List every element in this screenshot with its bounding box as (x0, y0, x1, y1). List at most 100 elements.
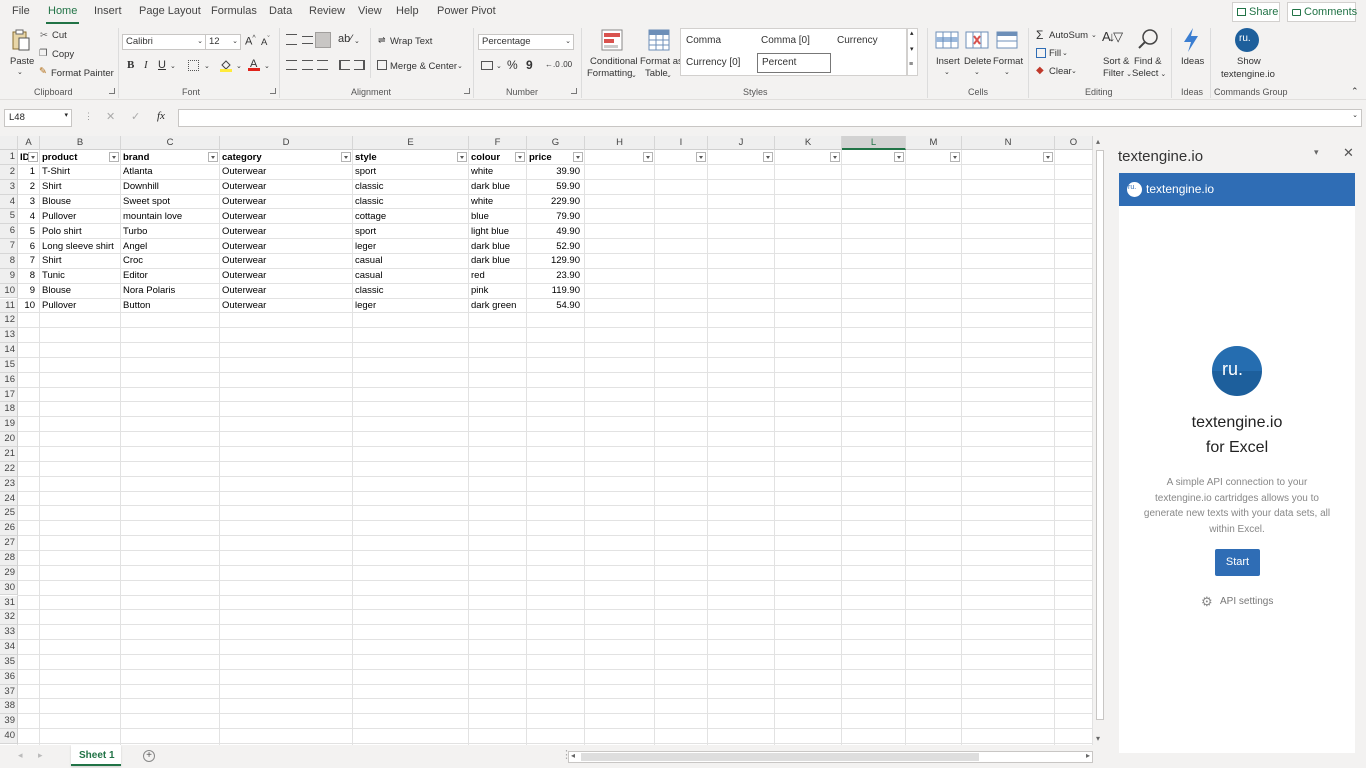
font-launcher-icon[interactable] (270, 88, 276, 94)
table-cell[interactable]: leger (353, 240, 468, 254)
row-header[interactable]: 40 (0, 729, 18, 744)
row-header[interactable]: 38 (0, 699, 18, 715)
filter-dropdown-icon[interactable] (208, 152, 218, 162)
format-cells-icon[interactable] (996, 31, 1018, 49)
clear-button[interactable]: Clear (1049, 66, 1072, 77)
row-header[interactable]: 37 (0, 684, 18, 700)
shrink-font-button[interactable]: Aˇ (261, 36, 270, 48)
format-as-table-button[interactable]: Format as (640, 56, 683, 67)
format-dropdown-icon[interactable]: ⌄ (1004, 68, 1010, 76)
table-cell[interactable]: 54.90 (527, 299, 584, 313)
tab-power-pivot[interactable]: Power Pivot (437, 5, 496, 17)
alignment-launcher-icon[interactable] (464, 88, 470, 94)
tab-file[interactable]: File (12, 5, 30, 17)
filter-dropdown-icon[interactable] (28, 152, 38, 162)
delete-cells-icon[interactable] (965, 31, 989, 49)
cut-button[interactable]: Cut (52, 30, 67, 41)
worksheet-grid[interactable]: A B C D E F G H I J K L M N O 1 2 3 4 5 6 7 8 9 10 11 12 13 14 15 16 17… (0, 136, 1093, 745)
align-center-icon[interactable] (302, 60, 313, 70)
table-cell[interactable]: mountain love (121, 210, 219, 224)
row-header[interactable]: 18 (0, 402, 18, 418)
row-header[interactable]: 9 (0, 268, 18, 284)
horizontal-scroll-thumb[interactable] (581, 753, 979, 761)
styles-scrollbar[interactable]: ▴ ▾ ≡ (907, 28, 918, 76)
table-cell[interactable]: blue (469, 210, 526, 224)
row-header[interactable]: 30 (0, 580, 18, 596)
row-header[interactable]: 6 (0, 224, 18, 240)
table-cell[interactable]: 2 (18, 180, 39, 194)
filter-dropdown-icon[interactable] (1043, 152, 1053, 162)
show-textengine-label2[interactable]: textengine.io (1221, 69, 1275, 80)
table-cell[interactable]: Angel (121, 240, 219, 254)
table-cell[interactable]: Outerwear (220, 299, 352, 313)
filter-dropdown-icon[interactable] (109, 152, 119, 162)
row-header[interactable]: 8 (0, 253, 18, 269)
wrap-text-button[interactable]: Wrap Text (390, 36, 432, 47)
table-cell[interactable]: 52.90 (527, 240, 584, 254)
table-cell[interactable]: 79.90 (527, 210, 584, 224)
fill-dropdown-icon[interactable]: ⌄ (1062, 49, 1068, 57)
tab-data[interactable]: Data (269, 5, 292, 17)
filter-dropdown-icon[interactable] (894, 152, 904, 162)
table-cell[interactable]: casual (353, 269, 468, 283)
ideas-button[interactable]: Ideas (1181, 56, 1204, 67)
table-cell[interactable]: 5 (18, 225, 39, 239)
table-cell[interactable]: 39.90 (527, 165, 584, 179)
column-header[interactable]: M (906, 136, 962, 150)
table-cell[interactable]: Tunic (40, 269, 120, 283)
row-header[interactable]: 34 (0, 640, 18, 655)
merge-dropdown-icon[interactable]: ⌄ (457, 62, 463, 70)
accounting-format-icon[interactable] (481, 61, 493, 70)
tab-home[interactable]: Home (45, 5, 80, 24)
table-cell[interactable]: Outerwear (220, 165, 352, 179)
table-cell[interactable]: Croc (121, 254, 219, 268)
table-cell[interactable]: dark blue (469, 254, 526, 268)
ideas-icon[interactable] (1180, 27, 1202, 53)
vertical-scrollbar[interactable]: ▴ ▾ (1093, 136, 1107, 748)
find-select-button[interactable]: Find & (1134, 56, 1161, 67)
table-cell[interactable]: red (469, 269, 526, 283)
header-cell[interactable]: product (40, 151, 109, 165)
header-cell[interactable]: brand (121, 151, 208, 165)
row-header[interactable]: 3 (0, 179, 18, 195)
borders-icon[interactable] (188, 60, 199, 71)
row-header[interactable]: 7 (0, 239, 18, 254)
format-cells-button[interactable]: Format (993, 56, 1023, 67)
align-top-icon[interactable] (286, 34, 297, 45)
table-cell[interactable]: Button (121, 299, 219, 313)
pane-options-icon[interactable]: ▾ (1314, 147, 1319, 158)
find-select-label2[interactable]: Select ⌄ (1132, 68, 1166, 79)
increase-indent-icon[interactable] (354, 60, 365, 70)
copy-button[interactable]: Copy (52, 49, 74, 60)
table-cell[interactable]: Outerwear (220, 180, 352, 194)
style-percent[interactable]: Percent (762, 57, 796, 68)
align-right-icon[interactable] (317, 60, 328, 70)
row-header[interactable]: 39 (0, 714, 18, 730)
table-cell[interactable]: sport (353, 165, 468, 179)
sort-filter-label2[interactable]: Filter ⌄ (1103, 68, 1132, 79)
table-cell[interactable]: Turbo (121, 225, 219, 239)
start-button[interactable]: Start (1215, 549, 1260, 576)
tab-page-layout[interactable]: Page Layout (139, 5, 201, 17)
table-cell[interactable]: Outerwear (220, 225, 352, 239)
borders-dropdown-icon[interactable]: ⌄ (204, 62, 210, 70)
conditional-formatting-button[interactable]: Conditional (590, 56, 638, 67)
conditional-dropdown-icon[interactable]: ⌄ (631, 71, 637, 79)
comma-style-button[interactable]: 9 (526, 58, 533, 72)
table-cell[interactable]: 229.90 (527, 195, 584, 209)
column-header[interactable]: G (527, 136, 585, 150)
align-middle-icon[interactable] (302, 36, 313, 44)
tab-help[interactable]: Help (396, 5, 419, 17)
select-all-corner[interactable] (0, 136, 18, 150)
delete-dropdown-icon[interactable]: ⌄ (974, 68, 980, 76)
paste-dropdown-icon[interactable]: ⌄ (17, 68, 23, 76)
show-textengine-button[interactable]: Show (1237, 56, 1261, 67)
expand-formula-icon[interactable]: ⌄ (1352, 111, 1358, 119)
table-cell[interactable]: Shirt (40, 180, 120, 194)
cancel-icon[interactable]: ✕ (106, 110, 115, 123)
align-bottom-icon[interactable] (315, 32, 331, 48)
gear-icon[interactable]: ⚙ (1201, 594, 1213, 610)
row-header[interactable]: 2 (0, 164, 18, 180)
decrease-indent-icon[interactable] (339, 60, 350, 70)
header-cell[interactable]: colour (469, 151, 515, 165)
